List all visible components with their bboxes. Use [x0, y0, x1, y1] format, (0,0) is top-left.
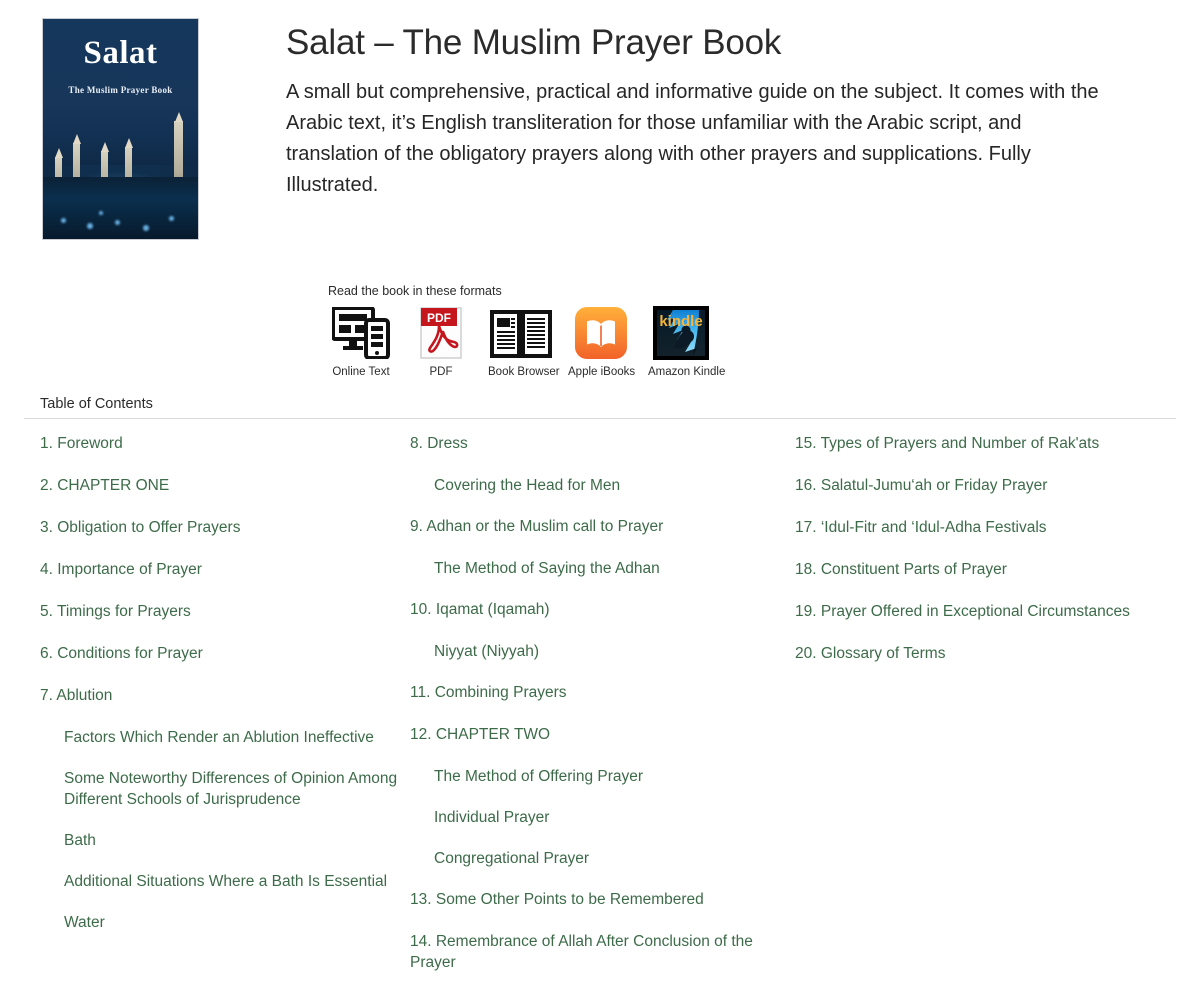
toc-entry[interactable]: 10. Iqamat (Iqamah)	[410, 599, 770, 620]
cover-mosque-illustration	[43, 111, 198, 239]
toc-entry[interactable]: Niyyat (Niyyah)	[410, 641, 770, 662]
toc-entry[interactable]: Bath	[40, 830, 400, 851]
book-cover-image: Salat The Muslim Prayer Book	[42, 18, 199, 240]
formats-section: Read the book in these formats Online Te…	[0, 284, 1200, 378]
format-apple-ibooks[interactable]: Apple iBooks	[568, 303, 636, 378]
table-of-contents: Table of Contents 1. Foreword 2. CHAPTER …	[0, 396, 1200, 994]
format-pdf[interactable]: PDF PDF	[408, 303, 474, 378]
pdf-icon: PDF	[408, 303, 474, 363]
toc-column-2: 8. Dress Covering the Head for Men 9. Adha…	[410, 433, 795, 994]
cover-title: Salat	[83, 35, 158, 71]
toc-entry[interactable]: 14. Remembrance of Allah After Conclusio…	[410, 931, 770, 973]
toc-entry[interactable]: 15. Types of Prayers and Number of Rak'a…	[795, 433, 1155, 454]
book-cover-container: Salat The Muslim Prayer Book	[0, 18, 200, 240]
toc-columns: 1. Foreword 2. CHAPTER ONE 3. Obligation t…	[24, 419, 1176, 994]
book-browser-icon	[488, 303, 554, 363]
svg-text:PDF: PDF	[427, 311, 451, 325]
toc-entry[interactable]: Individual Prayer	[410, 807, 770, 828]
toc-entry[interactable]: The Method of Offering Prayer	[410, 766, 770, 787]
toc-entry[interactable]: 3. Obligation to Offer Prayers	[40, 517, 400, 538]
toc-entry[interactable]: Water	[40, 912, 400, 933]
format-list: Online Text PDF PDF Book Browser Apple i…	[328, 303, 1200, 378]
toc-entry[interactable]: Covering the Head for Men	[410, 475, 770, 496]
toc-entry[interactable]: 18. Constituent Parts of Prayer	[795, 559, 1155, 580]
toc-entry[interactable]: 4. Importance of Prayer	[40, 559, 400, 580]
toc-entry[interactable]: 7. Ablution	[40, 685, 400, 706]
toc-column-1: 1. Foreword 2. CHAPTER ONE 3. Obligation t…	[24, 433, 410, 994]
format-caption: Apple iBooks	[568, 366, 636, 378]
toc-column-3: 15. Types of Prayers and Number of Rak'a…	[795, 433, 1176, 994]
toc-entry[interactable]: 17. ‘Idul-Fitr and ‘Idul-Adha Festivals	[795, 517, 1155, 538]
toc-entry[interactable]: 12. CHAPTER TWO	[410, 724, 770, 745]
formats-label: Read the book in these formats	[328, 284, 502, 298]
format-amazon-kindle[interactable]: kindle Amazon Kindle	[648, 303, 726, 378]
online-text-icon	[328, 303, 394, 363]
toc-entry[interactable]: 13. Some Other Points to be Remembered	[410, 889, 770, 910]
toc-entry[interactable]: Some Noteworthy Differences of Opinion A…	[40, 768, 400, 810]
toc-entry[interactable]: Factors Which Render an Ablution Ineffec…	[40, 727, 400, 748]
toc-entry[interactable]: 8. Dress	[410, 433, 770, 454]
toc-entry[interactable]: 9. Adhan or the Muslim call to Prayer	[410, 516, 770, 537]
amazon-kindle-icon: kindle	[648, 303, 714, 363]
toc-entry[interactable]: The Method of Saying the Adhan	[410, 558, 770, 579]
book-header: Salat The Muslim Prayer Book Salat – The…	[0, 0, 1200, 240]
toc-entry[interactable]: 20. Glossary of Terms	[795, 643, 1155, 664]
toc-heading: Table of Contents	[40, 396, 153, 412]
toc-entry[interactable]: Congregational Prayer	[410, 848, 770, 869]
apple-ibooks-icon	[568, 303, 634, 363]
format-caption: Online Text	[332, 366, 390, 378]
format-caption: Amazon Kindle	[648, 366, 726, 378]
format-caption: PDF	[429, 366, 453, 378]
toc-entry[interactable]: 2. CHAPTER ONE	[40, 475, 400, 496]
format-caption: Book Browser	[488, 366, 560, 378]
toc-entry[interactable]: 16. Salatul-Jumu‘ah or Friday Prayer	[795, 475, 1155, 496]
format-online-text[interactable]: Online Text	[328, 303, 394, 378]
book-text-block: Salat – The Muslim Prayer Book A small b…	[200, 18, 1200, 240]
book-description: A small but comprehensive, practical and…	[286, 81, 1099, 197]
format-book-browser[interactable]: Book Browser	[488, 303, 560, 378]
page-title: Salat – The Muslim Prayer Book	[286, 23, 782, 62]
toc-entry[interactable]: 6. Conditions for Prayer	[40, 643, 400, 664]
cover-subtitle: The Muslim Prayer Book	[68, 85, 173, 95]
toc-entry[interactable]: Additional Situations Where a Bath Is Es…	[40, 871, 400, 892]
toc-entry[interactable]: 11. Combining Prayers	[410, 682, 770, 703]
toc-entry[interactable]: 19. Prayer Offered in Exceptional Circum…	[795, 601, 1155, 622]
svg-text:kindle: kindle	[659, 313, 702, 330]
toc-entry[interactable]: 1. Foreword	[40, 433, 400, 454]
toc-entry[interactable]: 5. Timings for Prayers	[40, 601, 400, 622]
